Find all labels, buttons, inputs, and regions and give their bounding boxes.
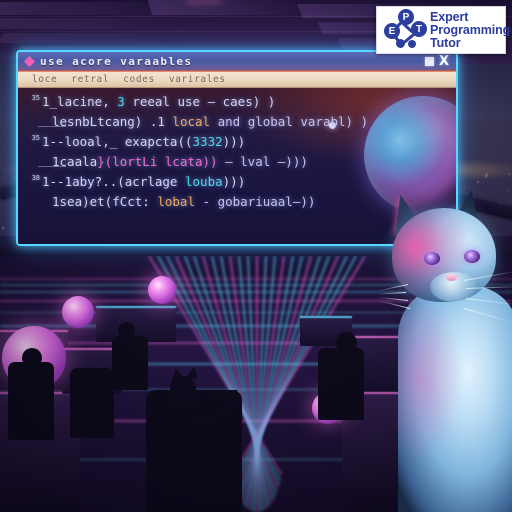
code-token: 3332 [193,134,223,149]
code-token: 1--1aby?..(acrlage [42,174,185,189]
code-token: local [172,114,210,129]
minimize-button[interactable] [425,57,434,66]
code-token: 1--looal,_ exapcta(( [42,134,193,149]
code-token: — lval —))) [218,154,308,169]
seat-silhouette [112,336,148,390]
brand-logo: E P T Expert Programming Tutor [376,6,506,54]
line-number [22,112,42,113]
city-light-dot [477,181,479,183]
code-token: - gobariuaal—)) [195,194,315,209]
cat-whisker [379,300,410,309]
code-token: ))) [223,134,246,149]
logo-node-t: T [411,21,427,37]
cat-nose [446,274,457,281]
city-light-dot [509,173,510,174]
seat-silhouette [318,348,364,420]
code-token: 3 [117,94,125,109]
logo-node-p: P [398,9,414,25]
code-token: louba [185,174,223,189]
line-number: 35 [22,132,42,143]
city-light-dot [485,175,486,176]
glowing-orb [62,296,94,328]
code-text: 1sea)et(fCct: lobal - gobariuaal—)) [42,192,315,212]
city-light-dot [486,173,488,175]
logo-node-dot [396,39,405,48]
code-token: 1_lacine, [42,94,117,109]
line-number: 38 [22,172,42,183]
code-text: 1--1aby?..(acrlage louba))) [42,172,245,192]
console-edge [300,316,352,318]
figure-head [118,322,135,339]
logo-node-dot [408,40,416,48]
logo-line-2: Programming [430,24,510,37]
logo-text: Expert Programming Tutor [428,11,510,50]
cat-eye-left [424,252,440,265]
cat-body [398,286,512,512]
code-text: 1caala}(lortLi lcata)) — lval —))) [42,152,308,172]
code-token: ))) [223,174,246,189]
code-token: and global varabl) ) [210,114,368,129]
logo-node-e: E [384,23,400,39]
window-controls[interactable]: X [425,55,452,68]
screenshot-root: use acore varaables X loce retral codes … [0,0,512,512]
glowing-orb [148,276,176,304]
figure-head [22,348,42,368]
editor-artifact [38,126,66,127]
line-number [22,192,42,193]
code-line[interactable]: lesnbLtcang) .1 local and global varabl)… [22,112,456,132]
seat-silhouette [70,368,114,438]
cat-whisker [378,292,406,295]
logo-line-3: Tutor [430,37,510,50]
code-text: 1_lacine, 3 reeal use — caes) ) [42,92,275,112]
cat-eye-right [464,250,480,263]
code-line[interactable]: 1caala}(lortLi lcata)) — lval —))) [22,152,456,172]
code-text: lesnbLtcang) .1 local and global varabl)… [42,112,368,132]
cat-silhouette [162,366,242,422]
logo-mark-icon: E P T [382,9,428,51]
menu-item-loce[interactable]: loce [32,74,57,85]
city-light-dot [469,171,470,172]
code-token: reeal use — caes) ) [125,94,276,109]
code-token: 1sea)et(fCct: [52,194,157,209]
code-token: lesnbLtcang) .1 [52,114,172,129]
close-button[interactable]: X [439,55,449,68]
diamond-icon [24,56,35,67]
window-title-bar[interactable]: use acore varaables X [18,52,456,71]
menu-item-retral[interactable]: retral [71,74,109,85]
code-line[interactable]: 35 1--looal,_ exapcta((3332))) [22,132,456,152]
code-token: }(lortLi lcata)) [97,154,217,169]
code-token: lobal [157,194,195,209]
menu-bar[interactable]: loce retral codes varirales [18,71,456,88]
line-number [22,152,42,153]
menu-item-varirales[interactable]: varirales [169,74,226,85]
menu-item-codes[interactable]: codes [123,74,155,85]
logo-line-1: Expert [430,11,510,24]
figure-head [336,332,357,353]
seat-silhouette [8,362,54,440]
cat-tail [191,390,241,422]
code-line[interactable]: 35 1_lacine, 3 reeal use — caes) ) [22,92,456,112]
window-title: use acore varaables [40,55,192,68]
code-text: 1--looal,_ exapcta((3332))) [42,132,245,152]
editor-artifact [38,166,66,167]
foreground-cat [378,188,512,512]
line-number: 35 [22,92,42,103]
